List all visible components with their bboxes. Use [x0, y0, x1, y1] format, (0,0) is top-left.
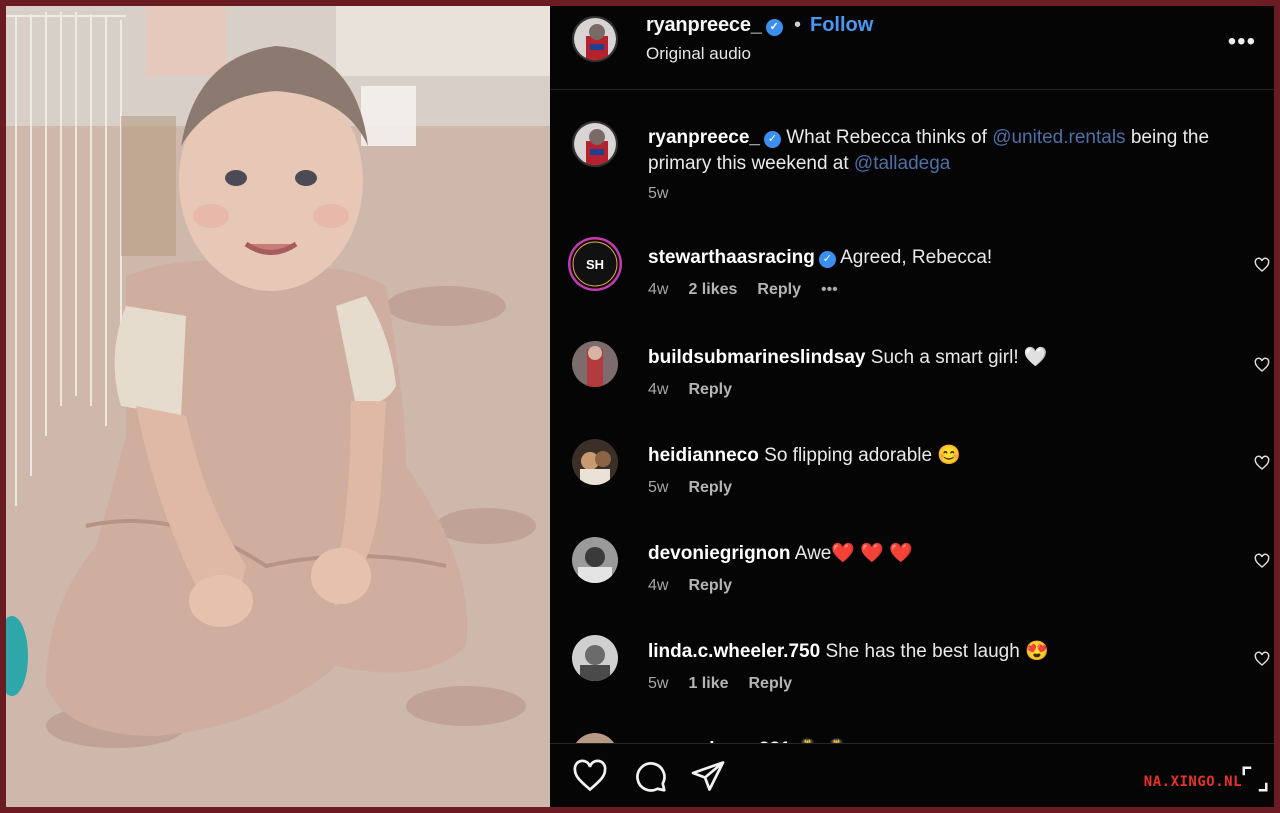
comment-body: So flipping adorable 😊	[764, 445, 962, 466]
comment-text: linda.c.wheeler.750 She has the best lau…	[648, 639, 1248, 665]
comment-time: 4w	[648, 281, 669, 298]
comment-likes[interactable]: 2 likes	[688, 281, 737, 298]
comment-like-heart-icon[interactable]	[1254, 357, 1270, 373]
verified-badge-icon: ✓	[763, 131, 781, 148]
mention-link[interactable]: @united.rentals	[992, 127, 1125, 148]
comment-body: Such a smart girl! 🤍	[870, 347, 1048, 368]
comment-meta: 5w 1 like Reply	[648, 675, 812, 693]
comment-meta: 4w Reply	[648, 381, 752, 399]
verified-badge-icon: ✓	[818, 251, 836, 268]
comment-item: devoniegrignon Awe❤️ ❤️ ❤️ 4w Reply	[550, 533, 1274, 623]
watermark-text: NA.XINGO.NL	[1143, 774, 1242, 790]
post-action-bar: NA.XINGO.NL	[550, 743, 1274, 807]
comment-item: heidianneco So flipping adorable 😊 5w Rep…	[550, 435, 1274, 525]
comment-like-heart-icon[interactable]	[1254, 455, 1270, 471]
post-caption: ryanpreece_ ✓ What Rebecca thinks of @uni…	[550, 117, 1274, 227]
baby-photo-illustration	[6, 6, 550, 807]
caption-username[interactable]: ryanpreece_	[648, 127, 760, 148]
reply-button[interactable]: Reply	[748, 675, 792, 692]
comment-item: linda.c.wheeler.750 She has the best lau…	[550, 631, 1274, 721]
comment-username[interactable]: devoniegrignon	[648, 543, 791, 564]
comment-text: devoniegrignon Awe❤️ ❤️ ❤️	[648, 541, 1248, 567]
comment-meta: 5w Reply	[648, 479, 752, 497]
comment-username[interactable]: stewarthaasracing	[648, 247, 815, 268]
commenter-avatar[interactable]: SH	[568, 237, 622, 291]
author-username[interactable]: ryanpreece_ ✓	[646, 14, 783, 37]
reply-button[interactable]: Reply	[757, 281, 801, 298]
comment-time: 5w	[648, 675, 669, 692]
commenter-avatar[interactable]	[572, 439, 618, 485]
commenter-avatar[interactable]	[572, 733, 618, 743]
separator-dot: •	[794, 14, 802, 36]
expand-icon[interactable]	[1240, 764, 1270, 794]
mention-link[interactable]: @talladega	[854, 153, 950, 174]
comment-time: 4w	[648, 577, 669, 594]
original-audio-link[interactable]: Original audio	[646, 44, 751, 64]
comment-item: rescueiano_221 🎂 🎂	[550, 729, 1274, 743]
comment-meta: 4w 2 likes Reply •••	[648, 281, 858, 299]
post-sidebar: ryanpreece_ ✓ • Follow Original audio •••…	[550, 6, 1274, 807]
comment-text: stewarthaasracing ✓ Agreed, Rebecca!	[648, 245, 1248, 271]
comment-item: buildsubmarineslindsay Such a smart girl…	[550, 337, 1274, 427]
reply-button[interactable]: Reply	[688, 479, 732, 496]
comment-text: heidianneco So flipping adorable 😊	[648, 443, 1248, 469]
comment-username[interactable]: linda.c.wheeler.750	[648, 641, 820, 662]
comment-like-heart-icon[interactable]	[1254, 651, 1270, 667]
comment-meta: 4w Reply	[648, 577, 752, 595]
verified-badge-icon: ✓	[765, 19, 783, 36]
reply-button[interactable]: Reply	[688, 577, 732, 594]
caption-author-avatar[interactable]	[572, 121, 618, 167]
comment-username[interactable]: buildsubmarineslindsay	[648, 347, 866, 368]
commenter-avatar[interactable]	[572, 635, 618, 681]
comment-like-heart-icon[interactable]	[1254, 257, 1270, 273]
comment-body: Awe❤️ ❤️ ❤️	[794, 543, 913, 564]
reply-button[interactable]: Reply	[688, 381, 732, 398]
follow-button[interactable]: Follow	[810, 14, 873, 37]
comment-likes[interactable]: 1 like	[688, 675, 728, 692]
author-avatar[interactable]	[572, 16, 618, 62]
comment-icon[interactable]	[632, 758, 668, 794]
caption-meta: 5w	[648, 185, 688, 203]
heart-icon[interactable]	[572, 758, 608, 794]
comment-username[interactable]: heidianneco	[648, 445, 759, 466]
post-photo[interactable]	[6, 6, 550, 807]
comment-item: SH stewarthaasracing ✓ Agreed, Rebecca! 4…	[550, 237, 1274, 327]
caption-text: ryanpreece_ ✓ What Rebecca thinks of @uni…	[648, 125, 1248, 177]
comment-body: She has the best laugh 😍	[825, 641, 1049, 662]
commenter-avatar[interactable]	[572, 341, 618, 387]
comments-list[interactable]: ryanpreece_ ✓ What Rebecca thinks of @uni…	[550, 91, 1274, 743]
caption-text-part: What Rebecca thinks of	[786, 127, 993, 148]
comment-more-icon[interactable]: •••	[821, 281, 838, 298]
caption-time: 5w	[648, 185, 669, 202]
comment-text: buildsubmarineslindsay Such a smart girl…	[648, 345, 1248, 371]
send-icon[interactable]	[690, 758, 726, 794]
svg-text:SH: SH	[586, 257, 604, 272]
commenter-avatar[interactable]	[572, 537, 618, 583]
instagram-post-window: ryanpreece_ ✓ • Follow Original audio •••…	[6, 6, 1274, 807]
comment-time: 5w	[648, 479, 669, 496]
comment-like-heart-icon[interactable]	[1254, 553, 1270, 569]
post-header: ryanpreece_ ✓ • Follow Original audio •••	[550, 6, 1274, 90]
comment-body: Agreed, Rebecca!	[840, 247, 993, 268]
more-horizontal-icon[interactable]: •••	[1228, 28, 1256, 56]
comment-time: 4w	[648, 381, 669, 398]
